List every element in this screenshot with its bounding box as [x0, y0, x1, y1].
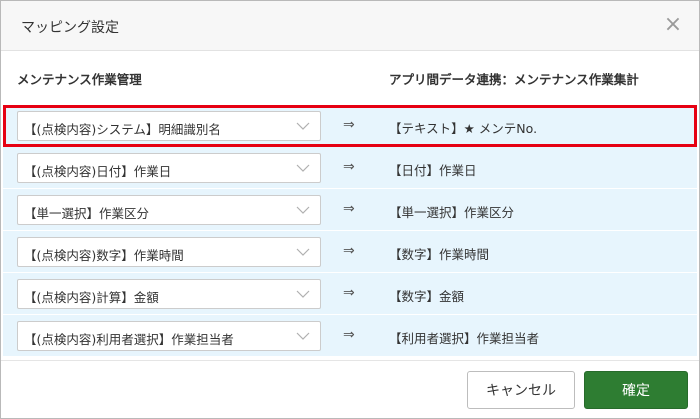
- chevron-down-icon: [296, 122, 310, 130]
- source-field-select[interactable]: 【(点検内容)数字】作業時間: [17, 237, 321, 267]
- target-field-label: 【利用者選択】作業担当者: [389, 331, 540, 346]
- dialog-header: マッピング設定 ×: [1, 1, 699, 51]
- chevron-down-icon: [296, 206, 310, 214]
- source-field-select[interactable]: 【(点検内容)日付】作業日: [17, 153, 321, 183]
- confirm-button[interactable]: 確定: [584, 371, 688, 409]
- mapping-arrow: ⇒: [343, 117, 355, 133]
- target-field-label: 【数字】作業時間: [389, 247, 490, 262]
- mapping-row: 【(点検内容)日付】作業日 ⇒ 【日付】作業日: [3, 147, 697, 189]
- mapping-dialog: マッピング設定 × メンテナンス作業管理 アプリ間データ連携：メンテナンス作業集…: [0, 0, 700, 419]
- source-field-select[interactable]: 【単一選択】作業区分: [17, 195, 321, 225]
- source-field-value: 【単一選択】作業区分: [24, 206, 150, 221]
- mapping-arrow: ⇒: [343, 285, 355, 301]
- source-field-select[interactable]: 【(点検内容)システム】明細識別名: [17, 111, 321, 141]
- mapping-rows: 【(点検内容)システム】明細識別名 ⇒ 【テキスト】★ メンテNo. 【(点検内…: [3, 105, 697, 357]
- mapping-arrow: ⇒: [343, 243, 355, 259]
- source-field-value: 【(点検内容)利用者選択】作業担当者: [24, 332, 234, 347]
- cancel-button[interactable]: キャンセル: [467, 371, 575, 409]
- mapping-row: 【(点検内容)計算】金額 ⇒ 【数字】金額: [3, 273, 697, 315]
- mapping-arrow: ⇒: [343, 327, 355, 343]
- target-field-label: 【日付】作業日: [389, 163, 477, 178]
- target-field-label: 【数字】金額: [389, 289, 465, 304]
- dialog-title: マッピング設定: [21, 20, 119, 36]
- source-field-select[interactable]: 【(点検内容)利用者選択】作業担当者: [17, 321, 321, 351]
- source-field-value: 【(点検内容)システム】明細識別名: [24, 122, 221, 137]
- target-field-label: 【テキスト】★ メンテNo.: [389, 121, 538, 136]
- source-column-header: メンテナンス作業管理: [17, 72, 142, 87]
- mapping-row: 【(点検内容)数字】作業時間 ⇒ 【数字】作業時間: [3, 231, 697, 273]
- mapping-row: 【(点検内容)システム】明細識別名 ⇒ 【テキスト】★ メンテNo.: [3, 105, 697, 147]
- chevron-down-icon: [296, 248, 310, 256]
- source-field-value: 【(点検内容)日付】作業日: [24, 164, 172, 179]
- source-field-value: 【(点検内容)計算】金額: [24, 290, 159, 305]
- chevron-down-icon: [296, 164, 310, 172]
- close-icon[interactable]: ×: [661, 14, 685, 38]
- dialog-footer: キャンセル 確定: [1, 360, 699, 418]
- chevron-down-icon: [296, 290, 310, 298]
- mapping-arrow: ⇒: [343, 159, 355, 175]
- mapping-arrow: ⇒: [343, 201, 355, 217]
- source-field-value: 【(点検内容)数字】作業時間: [24, 248, 184, 263]
- target-column-header: アプリ間データ連携：メンテナンス作業集計: [389, 72, 639, 87]
- source-field-select[interactable]: 【(点検内容)計算】金額: [17, 279, 321, 309]
- target-field-label: 【単一選択】作業区分: [389, 205, 515, 220]
- mapping-row: 【(点検内容)利用者選択】作業担当者 ⇒ 【利用者選択】作業担当者: [3, 315, 697, 357]
- chevron-down-icon: [296, 332, 310, 340]
- mapping-row: 【単一選択】作業区分 ⇒ 【単一選択】作業区分: [3, 189, 697, 231]
